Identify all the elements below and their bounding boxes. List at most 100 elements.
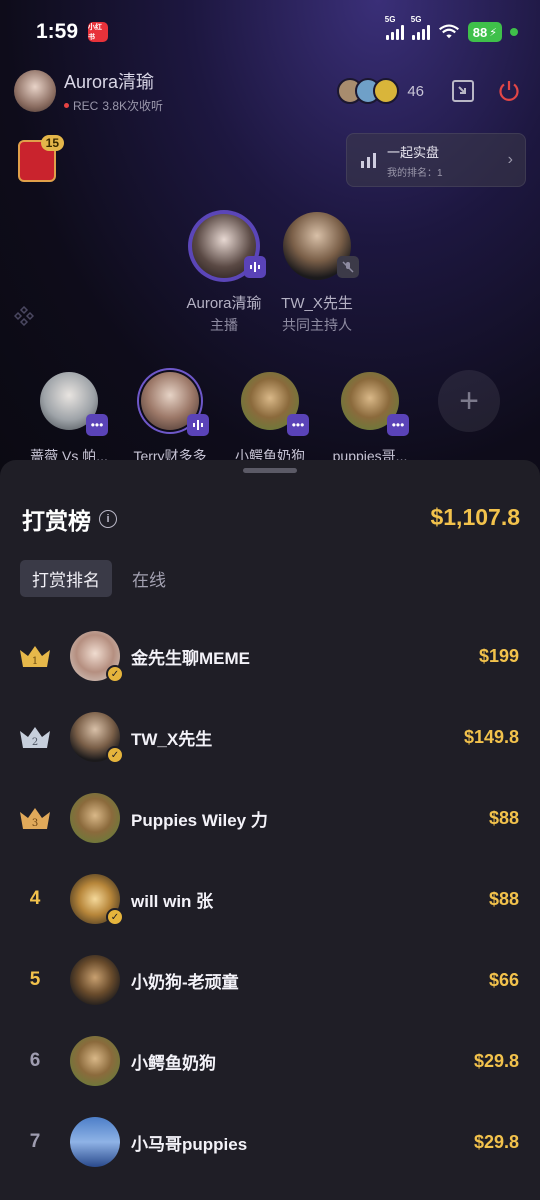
leave-button[interactable] — [496, 78, 522, 104]
guest-seat[interactable]: ••• puppies哥... — [322, 370, 418, 466]
guest-seat[interactable]: ••• 小鳄鱼奶狗 — [222, 370, 318, 466]
gift-amount: $29.8 — [473, 1050, 519, 1071]
power-icon — [499, 81, 519, 101]
leaderboard-row[interactable]: 5 小奶狗-老顽童 $66 — [0, 950, 540, 1010]
leaderboard-row[interactable]: 2 ✓ TW_X先生 $149.8 — [0, 707, 540, 767]
red-packet-button[interactable]: 15 — [18, 135, 64, 182]
guest-seat[interactable]: ••• 蔷薇 Vs 帕... — [21, 370, 117, 466]
user-avatar — [70, 1036, 120, 1086]
user-name: will win 张 — [131, 891, 214, 911]
add-seat-button[interactable]: + — [438, 370, 500, 432]
battery-indicator: 88 ⚡ — [467, 22, 502, 42]
red-packet-count: 15 — [40, 135, 64, 151]
crown-rank-number: 1 — [32, 656, 38, 667]
wifi-icon — [438, 24, 459, 39]
user-name: Puppies Wiley 力 — [131, 810, 268, 830]
user-name: 小鳄鱼奶狗 — [131, 1053, 216, 1073]
verified-badge-icon: ✓ — [106, 746, 124, 764]
notification-app-icon: 小红书 — [88, 22, 109, 42]
host-name: Aurora清瑜 — [64, 72, 155, 92]
more-icon: ••• — [287, 414, 309, 436]
guest-avatar: ••• — [339, 370, 409, 436]
rec-dot-icon — [64, 103, 69, 108]
host-header: Aurora清瑜 REC 3.8K次收听 46 — [14, 68, 522, 114]
user-avatar: ✓ — [70, 874, 124, 926]
gift-amount: $66 — [488, 969, 519, 990]
guest-avatar: ••• — [239, 370, 309, 436]
more-icon: ••• — [86, 414, 108, 436]
viewer-avatar — [373, 78, 400, 104]
mic-muted-icon — [337, 256, 359, 278]
rank-slot: 6 — [0, 1050, 70, 1072]
rank-number: 4 — [29, 888, 41, 909]
signal-icon-2: 5G — [411, 15, 430, 40]
seat-name: TW_X先生 — [281, 295, 353, 312]
trading-rank-card[interactable]: 一起实盘 我的排名：1 › — [346, 133, 526, 187]
gift-amount: $199 — [478, 645, 519, 666]
rank-slot: 3 — [0, 804, 70, 832]
panel-title-text: 打赏榜 — [22, 508, 91, 534]
more-icon: ••• — [387, 414, 409, 436]
viewer-avatars[interactable]: 46 — [337, 78, 450, 104]
panel-title: 打赏榜 i — [22, 502, 117, 536]
rank-slot: 4 — [0, 888, 70, 910]
leaderboard-row[interactable]: 7 小马哥puppies $29.8 — [0, 1112, 540, 1172]
host-avatar[interactable] — [14, 70, 56, 112]
status-indicators: 5G 5G 88 ⚡ — [385, 15, 518, 42]
verified-badge-icon: ✓ — [106, 908, 124, 926]
guest-avatar — [139, 370, 209, 436]
minimize-button[interactable] — [450, 78, 476, 104]
tab-online[interactable]: 在线 — [120, 560, 178, 597]
gift-amount: $29.8 — [473, 1131, 519, 1152]
binance-icon[interactable] — [14, 306, 34, 326]
minimize-icon — [452, 80, 474, 102]
user-name: TW_X先生 — [131, 729, 213, 749]
rank-card-subtitle: 我的排名：1 — [387, 167, 443, 179]
gift-amount: $149.8 — [463, 726, 519, 747]
rank-number: 5 — [29, 969, 41, 990]
guest-seat[interactable]: Terry财多多 — [122, 370, 218, 466]
viewer-count: 46 — [407, 82, 424, 100]
user-avatar: ✓ — [70, 631, 124, 683]
user-avatar — [70, 793, 120, 843]
listen-count: 3.8K次收听 — [102, 99, 164, 113]
host-info[interactable]: Aurora清瑜 REC 3.8K次收听 — [64, 68, 163, 114]
leaderboard-row[interactable]: 6 小鳄鱼奶狗 $29.8 — [0, 1031, 540, 1091]
seat-cohost[interactable]: TW_X先生 共同主持人 — [262, 210, 372, 335]
tab-gift-rank[interactable]: 打赏排名 — [20, 560, 112, 597]
leaderboard-row[interactable]: 4 ✓ will win 张 $88 — [0, 869, 540, 929]
signal-icon: 5G — [385, 15, 404, 40]
crown-rank-number: 2 — [32, 737, 38, 748]
chevron-right-icon: › — [507, 151, 513, 168]
charging-icon: ⚡ — [489, 26, 497, 39]
user-name: 金先生聊MEME — [131, 648, 250, 668]
leaderboard-row[interactable]: 3 Puppies Wiley 力 $88 — [0, 788, 540, 848]
bar-chart-icon — [361, 153, 376, 168]
panel-total: $1,107.8 — [430, 504, 520, 530]
rank-number: 6 — [29, 1050, 41, 1071]
speaking-icon — [187, 414, 209, 436]
status-time: 1:59 — [36, 20, 79, 43]
rank-number: 7 — [29, 1131, 41, 1152]
info-icon[interactable]: i — [99, 510, 117, 528]
privacy-dot — [510, 28, 518, 36]
panel-tabs: 打赏排名 在线 — [20, 560, 178, 597]
rank-slot: 1 — [0, 642, 70, 670]
crown-rank-number: 3 — [32, 818, 38, 829]
guest-avatar: ••• — [38, 370, 108, 436]
host-stats: REC 3.8K次收听 — [64, 97, 163, 114]
gold-crown-icon: 1 — [20, 646, 50, 667]
drag-handle[interactable] — [243, 468, 297, 473]
status-bar: 1:59 小红书 5G 5G 88 ⚡ — [0, 0, 540, 64]
user-avatar: ✓ — [70, 712, 124, 764]
network-type-2: 5G — [410, 15, 422, 24]
rank-slot: 5 — [0, 969, 70, 991]
user-name: 小奶狗-老顽童 — [131, 972, 239, 992]
user-avatar — [70, 1117, 120, 1167]
battery-level: 88 — [472, 24, 488, 40]
verified-badge-icon: ✓ — [106, 665, 124, 683]
rank-card-title: 一起实盘 — [387, 144, 440, 160]
rank-slot: 2 — [0, 723, 70, 751]
leaderboard-row[interactable]: 1 ✓ 金先生聊MEME $199 — [0, 626, 540, 686]
bronze-crown-icon: 3 — [20, 808, 50, 829]
